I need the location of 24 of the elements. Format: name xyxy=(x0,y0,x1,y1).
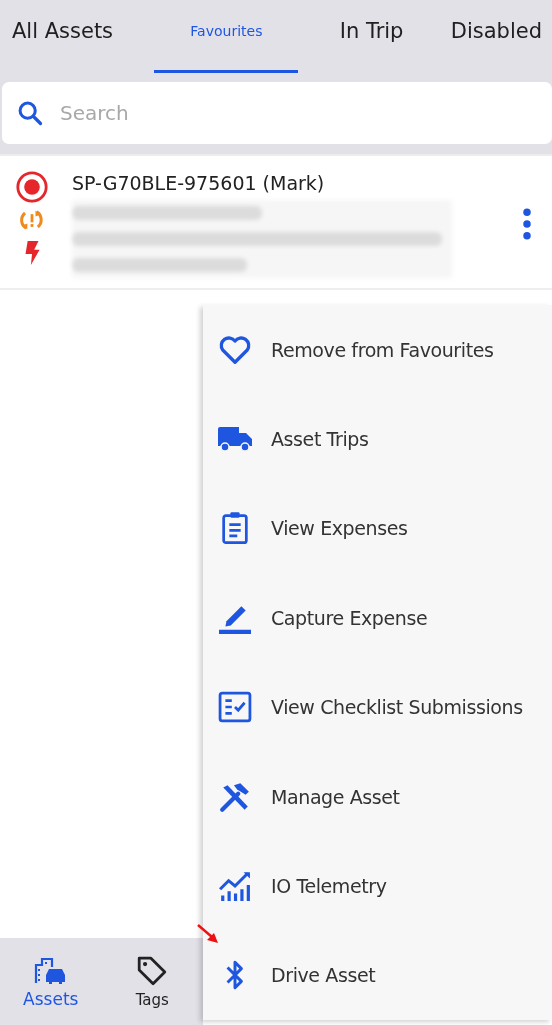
menu-item[interactable]: Manage Asset xyxy=(203,751,552,842)
tab[interactable]: Disabled xyxy=(444,0,548,73)
menu-item[interactable]: View Checklist Submissions xyxy=(203,662,552,752)
asset-name: SP-G70BLE-975601 (Mark) xyxy=(72,172,326,194)
menu-item[interactable]: Remove from Favourites xyxy=(203,305,552,395)
menu-item[interactable]: Asset Trips xyxy=(203,394,552,484)
tab[interactable]: Favourites xyxy=(154,0,299,73)
menu-item[interactable]: IO Telemetry xyxy=(203,841,552,931)
nav-item[interactable]: Assets xyxy=(0,938,102,1025)
record-icon xyxy=(15,170,49,204)
menu-item[interactable]: View Expenses xyxy=(203,483,552,574)
menu-item[interactable]: Capture Expense xyxy=(203,573,552,663)
asset-card[interactable]: SP-G70BLE-975601 (Mark) xyxy=(0,156,552,290)
truck-icon xyxy=(217,426,253,453)
menu-item[interactable]: Drive Asset xyxy=(203,930,552,1020)
more-icon[interactable] xyxy=(522,208,532,240)
tab[interactable]: All Assets xyxy=(6,0,120,73)
search-field[interactable]: Search xyxy=(2,82,552,144)
annotation-arrow xyxy=(196,923,220,945)
chart-icon xyxy=(217,869,253,902)
nav-item[interactable]: Tags xyxy=(101,938,203,1025)
tab[interactable]: In Trip xyxy=(333,0,410,73)
heart-icon xyxy=(217,334,253,365)
checklist-icon xyxy=(217,691,253,724)
